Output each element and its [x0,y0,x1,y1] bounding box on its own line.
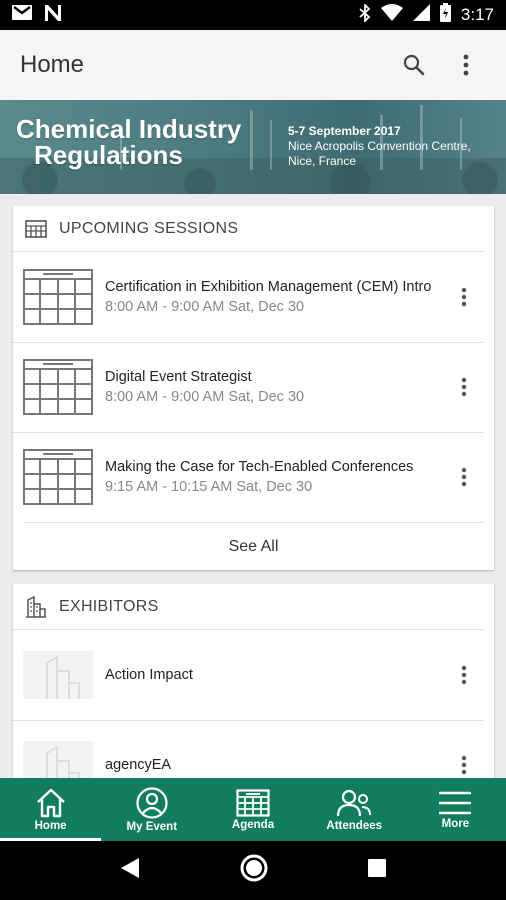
session-menu-button[interactable] [444,457,484,497]
building-icon [26,595,46,618]
event-banner[interactable]: Chemical Industry Regulations 5-7 Septem… [0,100,506,194]
session-calendar-icon [23,449,93,505]
session-title: Making the Case for Tech-Enabled Confere… [105,458,414,475]
app-bar: Home [0,30,506,100]
exhibitor-item[interactable]: Action Impact [13,630,494,720]
building-placeholder-icon [46,655,80,699]
nav-more-label: More [441,817,470,830]
exhibitor-name: agencyEA [105,757,172,773]
banner-venue: Nice Acropolis Convention Centre, [288,139,471,153]
exhibitor-name: Action Impact [105,667,193,683]
battery-icon [439,3,451,27]
bottom-navigation: Home My Event Agenda Attendees More [0,778,506,841]
banner-event-info: 5-7 September 2017 Nice Acropolis Conven… [288,124,471,169]
people-icon [337,789,372,816]
search-button[interactable] [394,45,434,85]
status-bar: 3:17 [0,0,506,30]
more-vert-icon [463,54,469,76]
recents-button[interactable] [367,858,387,883]
session-calendar-icon [23,359,93,415]
nav-attendees[interactable]: Attendees [304,778,405,841]
session-item[interactable]: Certification in Exhibition Management (… [13,252,494,342]
session-time: 8:00 AM - 9:00 AM Sat, Dec 30 [105,388,305,405]
session-title: Digital Event Strategist [105,368,252,385]
gmail-icon [12,5,32,25]
session-calendar-icon [23,269,93,325]
exhibitor-menu-button[interactable] [444,745,484,778]
exhibitor-logo [23,741,93,778]
upcoming-sessions-title: UPCOMING SESSIONS [59,219,239,237]
calendar-icon [236,788,270,817]
home-circle-icon [240,854,268,882]
upcoming-sessions-header: UPCOMING SESSIONS [13,206,484,252]
menu-icon [439,791,472,814]
back-triangle-icon [121,858,139,878]
banner-city: Nice, France [288,154,357,168]
session-menu-button[interactable] [444,367,484,407]
nav-my-event[interactable]: My Event [101,778,202,841]
page-title: Home [20,51,85,78]
clock-time: 3:17 [460,5,494,24]
overflow-menu-button[interactable] [446,45,486,85]
building-placeholder-icon [46,745,80,778]
nav-more[interactable]: More [405,778,506,841]
exhibitor-logo [23,651,93,699]
nav-my-event-label: My Event [126,820,178,833]
banner-title: Chemical Industry Regulations [16,116,241,168]
upcoming-sessions-card: UPCOMING SESSIONS Certification in Exhib… [13,206,494,570]
session-menu-button[interactable] [444,277,484,317]
session-item[interactable]: Digital Event Strategist 8:00 AM - 9:00 … [13,342,494,432]
see-all-sessions-button[interactable]: See All [23,522,484,570]
nav-home-label: Home [34,819,67,832]
exhibitors-title: EXHIBITORS [59,597,159,615]
more-vert-icon [461,665,467,685]
more-vert-icon [461,467,467,487]
banner-title-line2: Regulations [34,140,183,170]
more-vert-icon [461,755,467,775]
more-vert-icon [461,287,467,307]
calendar-grid-icon [25,219,47,238]
exhibitor-item[interactable]: agencyEA [13,720,494,778]
exhibitors-card: EXHIBITORS Action Impact agencyEA [13,584,494,778]
nav-agenda-label: Agenda [231,818,275,831]
bluetooth-icon [359,2,371,27]
home-system-button[interactable] [239,853,269,888]
notification-n-icon [44,4,62,26]
search-icon [403,54,425,76]
banner-dates: 5-7 September 2017 [288,124,401,138]
session-item[interactable]: Making the Case for Tech-Enabled Confere… [13,432,494,522]
wifi-icon [380,4,403,26]
recents-square-icon [368,859,386,877]
nav-attendees-label: Attendees [326,819,383,832]
back-button[interactable] [119,856,141,885]
home-icon [36,788,65,817]
more-vert-icon [461,377,467,397]
person-icon [136,786,168,819]
system-navigation-bar [0,841,506,900]
session-title: Certification in Exhibition Management (… [105,278,432,295]
exhibitor-menu-button[interactable] [444,655,484,695]
home-content[interactable]: UPCOMING SESSIONS Certification in Exhib… [0,194,506,778]
exhibitors-header: EXHIBITORS [13,584,484,630]
session-time: 9:15 AM - 10:15 AM Sat, Dec 30 [105,478,313,495]
signal-icon [412,4,430,26]
nav-home[interactable]: Home [0,778,102,841]
session-time: 8:00 AM - 9:00 AM Sat, Dec 30 [105,298,305,315]
nav-agenda[interactable]: Agenda [202,778,303,841]
